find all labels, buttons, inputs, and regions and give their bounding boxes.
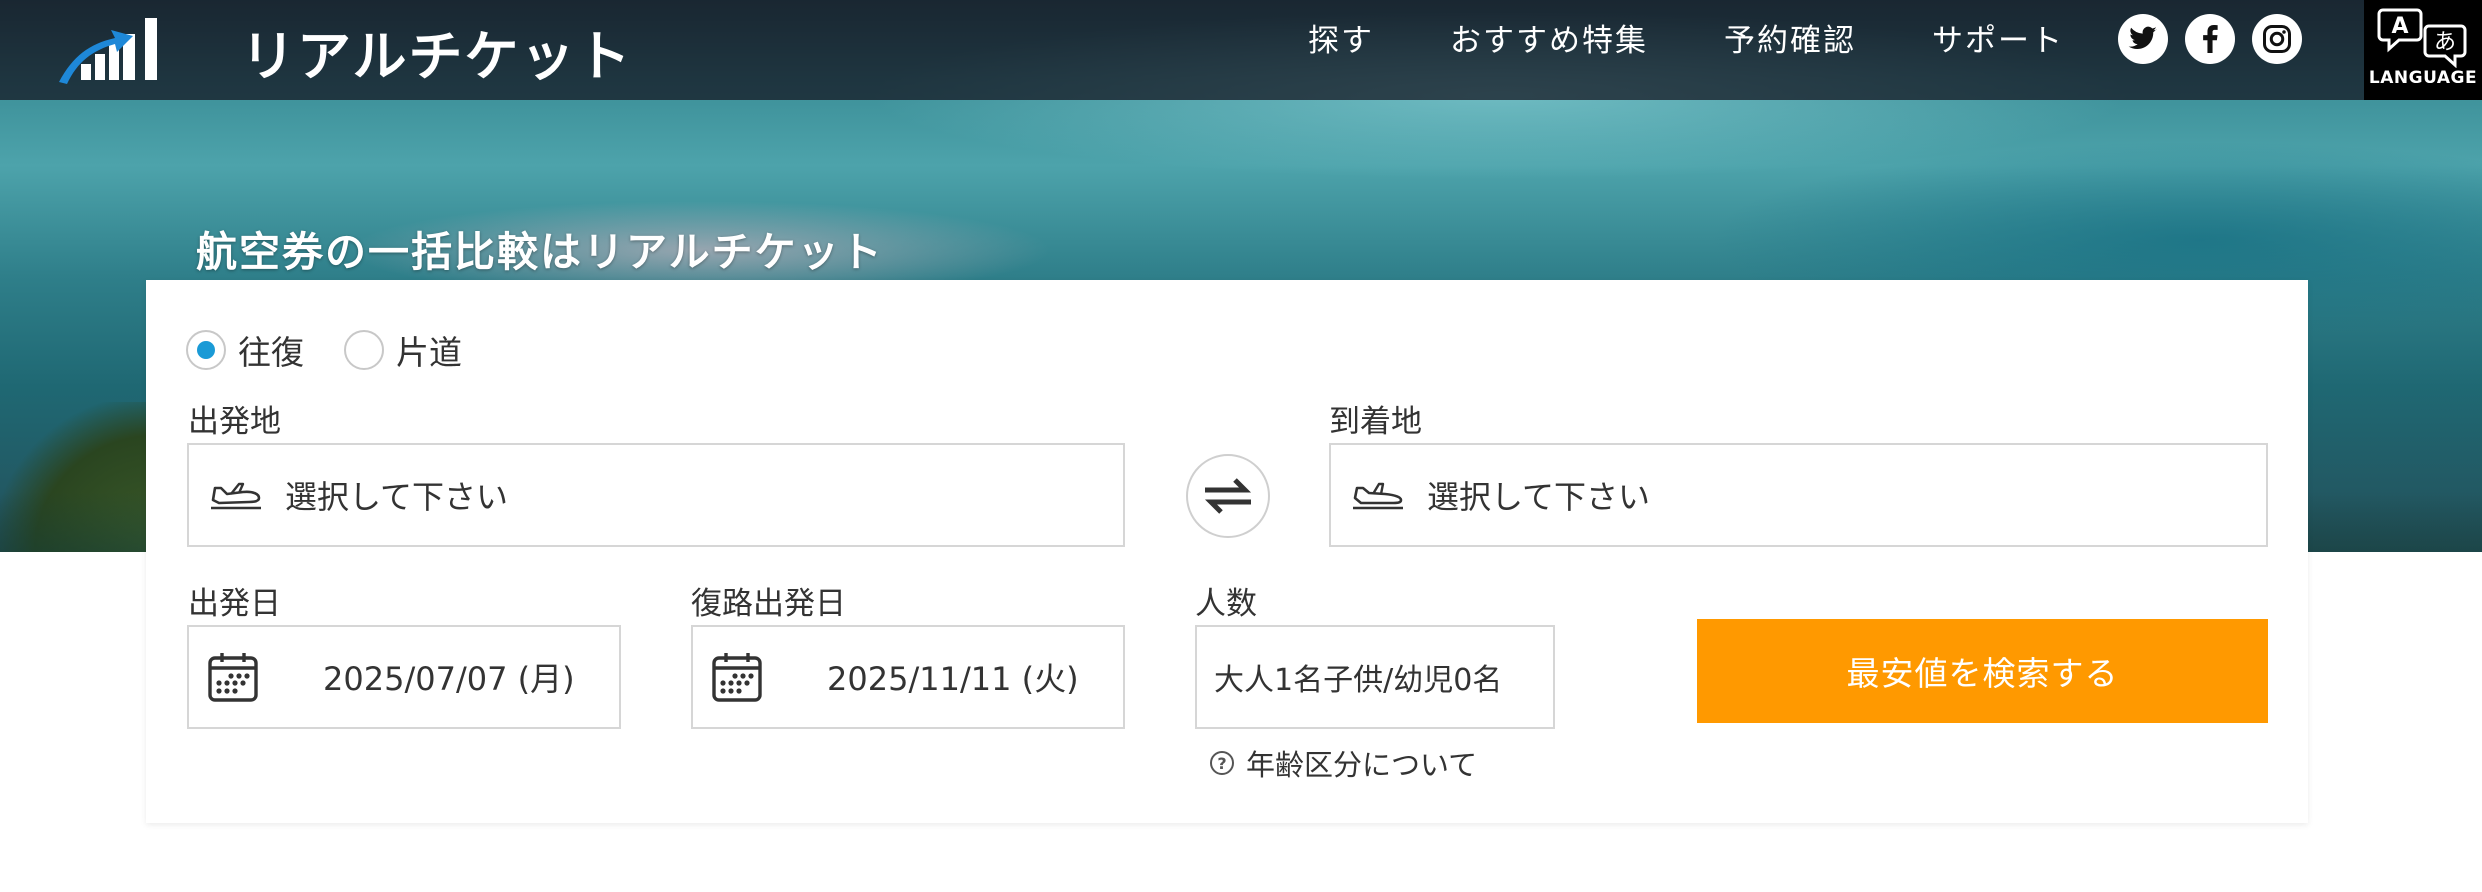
search-button[interactable]: 最安値を検索する xyxy=(1697,619,2268,723)
search-form: 往復 片道 出発地 選択して下さい 到着地 選択して下さい 出発日 2025/0… xyxy=(146,280,2308,823)
trip-type-roundtrip[interactable]: 往復 xyxy=(186,326,304,374)
destination-label: 到着地 xyxy=(1329,404,1422,440)
origin-field[interactable]: 選択して下さい xyxy=(187,443,1125,547)
nav-support[interactable]: サポート xyxy=(1932,20,2064,62)
trip-type-group: 往復 片道 xyxy=(186,326,502,374)
depart-date-label: 出発日 xyxy=(188,586,281,622)
nav-featured[interactable]: おすすめ特集 xyxy=(1450,20,1648,62)
passengers-field[interactable]: 大人1名子供/幼児0名 xyxy=(1195,625,1555,729)
origin-placeholder: 選択して下さい xyxy=(285,478,509,516)
language-button[interactable]: A あ LANGUAGE xyxy=(2364,0,2482,100)
return-date-value: 2025/11/11 (火) xyxy=(827,660,1079,698)
logo-mark-icon xyxy=(55,16,165,86)
facebook-icon[interactable] xyxy=(2185,14,2235,64)
return-date-field[interactable]: 2025/11/11 (火) xyxy=(691,625,1125,729)
trip-type-oneway[interactable]: 片道 xyxy=(344,326,462,374)
destination-field[interactable]: 選択して下さい xyxy=(1329,443,2268,547)
language-icon: A あ xyxy=(2377,8,2467,68)
language-label: LANGUAGE xyxy=(2368,68,2478,88)
instagram-icon[interactable] xyxy=(2252,14,2302,64)
brand-name: リアルチケット xyxy=(241,25,633,88)
age-info-text: 年齢区分について xyxy=(1246,748,1478,782)
social-links xyxy=(2118,14,2319,64)
trip-type-roundtrip-label: 往復 xyxy=(238,333,304,372)
passengers-label: 人数 xyxy=(1195,586,1257,622)
depart-date-value: 2025/07/07 (月) xyxy=(323,660,575,698)
radio-roundtrip[interactable] xyxy=(186,330,226,370)
age-info-link[interactable]: ? 年齢区分について xyxy=(1210,742,1477,784)
calendar-icon xyxy=(711,651,763,703)
passengers-value: 大人1名子供/幼児0名 xyxy=(1214,663,1503,698)
depart-date-field[interactable]: 2025/07/07 (月) xyxy=(187,625,621,729)
nav-search[interactable]: 探す xyxy=(1308,20,1374,62)
language-glyph-b: あ xyxy=(2434,30,2456,55)
nav-booking-check[interactable]: 予約確認 xyxy=(1724,20,1856,62)
takeoff-icon xyxy=(209,480,263,510)
main-nav: 探す おすすめ特集 予約確認 サポート xyxy=(1308,20,2140,62)
question-icon: ? xyxy=(1210,751,1234,775)
landing-icon xyxy=(1351,480,1405,510)
calendar-icon xyxy=(207,651,259,703)
swap-locations-button[interactable] xyxy=(1186,454,1270,538)
trip-type-oneway-label: 片道 xyxy=(396,333,462,372)
language-glyph-a: A xyxy=(2391,14,2408,39)
hero-tagline: 航空券の一括比較はリアルチケット xyxy=(196,228,884,276)
destination-placeholder: 選択して下さい xyxy=(1427,478,1651,516)
twitter-icon[interactable] xyxy=(2118,14,2168,64)
swap-arrows-icon xyxy=(1204,478,1252,514)
radio-oneway[interactable] xyxy=(344,330,384,370)
origin-label: 出発地 xyxy=(188,404,281,440)
logo[interactable]: リアルチケット xyxy=(55,10,632,91)
site-header: リアルチケット 探す おすすめ特集 予約確認 サポート A あ LANGUAGE xyxy=(0,0,2482,100)
return-date-label: 復路出発日 xyxy=(691,586,846,622)
